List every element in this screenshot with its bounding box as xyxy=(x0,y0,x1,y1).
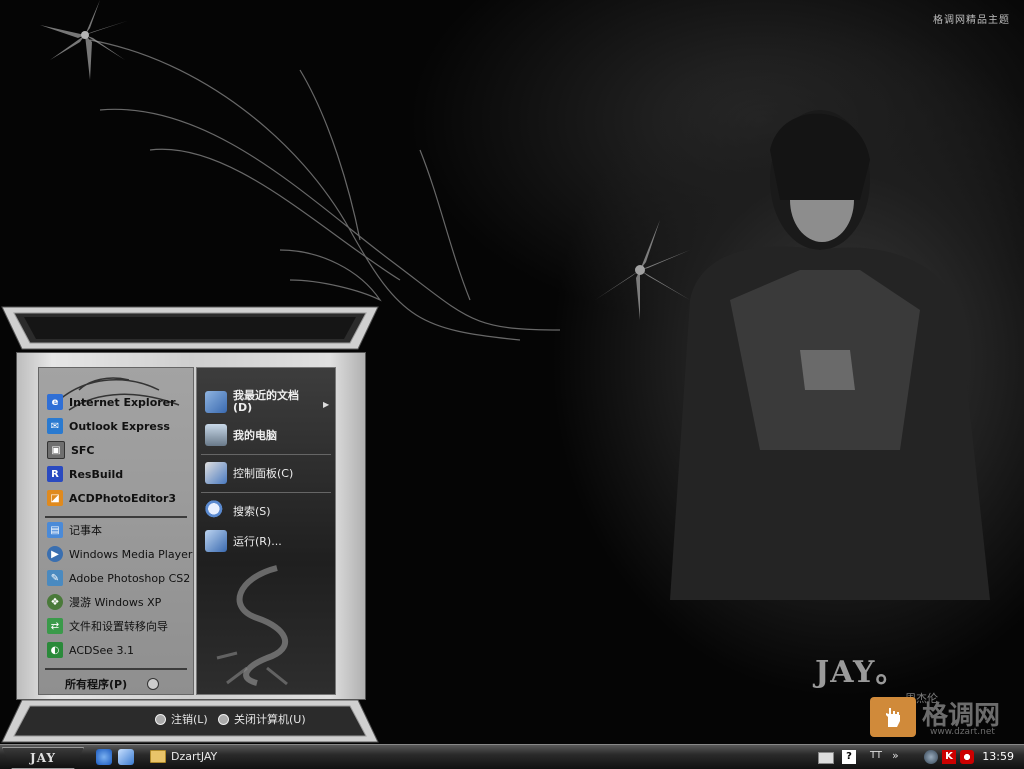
menu-item-search[interactable]: 搜索(S) xyxy=(205,500,271,522)
keyboard-icon[interactable] xyxy=(818,752,834,764)
menu-item-media-player[interactable]: ▶ Windows Media Player xyxy=(47,544,192,564)
notepad-icon: ▤ xyxy=(47,522,63,538)
menu-item-label: 记事本 xyxy=(69,524,102,537)
tray-expand-chevron-icon[interactable]: » xyxy=(892,749,899,762)
menu-item-photoshop[interactable]: ✎ Adobe Photoshop CS2 xyxy=(47,568,190,588)
clock[interactable]: 13:59 xyxy=(982,750,1014,763)
folder-icon xyxy=(150,750,166,763)
menu-item-outlook-express[interactable]: ✉ Outlook Express xyxy=(47,416,170,436)
menu-item-sfc[interactable]: ▣ SFC xyxy=(47,440,95,460)
menu-separator xyxy=(45,668,187,670)
menu-item-label: 漫游 Windows XP xyxy=(69,596,162,609)
my-computer-icon xyxy=(205,424,227,446)
sfc-icon: ▣ xyxy=(47,441,65,459)
menu-item-label: 我的电脑 xyxy=(233,429,277,442)
media-player-icon: ▶ xyxy=(47,546,63,562)
start-menu-programs-pane: e Internet Explorer ✉ Outlook Express ▣ … xyxy=(38,367,194,695)
recent-docs-icon xyxy=(205,391,227,413)
menu-item-label: ACDSee 3.1 xyxy=(69,643,134,657)
outlook-icon: ✉ xyxy=(47,418,63,434)
menu-item-label: SFC xyxy=(71,443,95,457)
acdphotoeditor-icon: ◪ xyxy=(47,490,63,506)
site-hand-icon xyxy=(870,697,916,737)
menu-item-transfer-wizard[interactable]: ⇄ 文件和设置转移向导 xyxy=(47,616,168,636)
start-menu: e Internet Explorer ✉ Outlook Express ▣ … xyxy=(0,305,380,744)
theme-brand-text: 格调网精品主题 xyxy=(933,15,1010,26)
menu-item-label: 文件和设置转移向导 xyxy=(69,620,168,633)
menu-separator xyxy=(201,454,331,455)
menu-separator xyxy=(45,516,187,518)
menu-item-label: 控制面板(C) xyxy=(233,467,294,480)
menu-item-label: ResBuild xyxy=(69,467,124,481)
menu-item-acdphotoeditor[interactable]: ◪ ACDPhotoEditor3 xyxy=(47,488,176,508)
shutdown-label: 关闭计算机(U) xyxy=(234,713,306,726)
menu-item-my-computer[interactable]: 我的电脑 xyxy=(205,424,277,446)
menu-item-acdsee[interactable]: ◐ ACDSee 3.1 xyxy=(47,640,134,660)
menu-item-internet-explorer[interactable]: e Internet Explorer xyxy=(47,392,176,412)
photoshop-icon: ✎ xyxy=(47,570,63,586)
all-programs-arrow-icon[interactable] xyxy=(147,678,159,690)
menu-item-label: 运行(R)... xyxy=(233,535,282,548)
tour-icon: ❖ xyxy=(47,594,63,610)
figure-silhouette xyxy=(670,110,990,600)
jay-logo: JAY。 xyxy=(815,655,907,690)
menu-separator xyxy=(201,492,331,493)
control-panel-icon xyxy=(205,462,227,484)
menu-item-notepad[interactable]: ▤ 记事本 xyxy=(47,520,102,540)
font-tray-text[interactable]: TT xyxy=(870,750,882,761)
system-tray: ? TT » K 13:59 xyxy=(804,745,1024,769)
search-icon xyxy=(205,500,227,522)
quicklaunch-ie-icon[interactable] xyxy=(96,749,112,765)
menu-item-label: ACDPhotoEditor3 xyxy=(69,491,177,505)
taskbar: JAY DzartJAY ? TT » K 13:59 xyxy=(0,744,1024,769)
menu-item-tour-xp[interactable]: ❖ 漫游 Windows XP xyxy=(47,592,161,612)
resbuild-icon: R xyxy=(47,466,63,482)
menu-item-label: Internet Explorer xyxy=(69,395,176,409)
logoff-label: 注销(L) xyxy=(171,713,208,726)
menu-item-resbuild[interactable]: R ResBuild xyxy=(47,464,123,484)
shutdown-icon xyxy=(218,713,229,725)
menu-item-label: Adobe Photoshop CS2 xyxy=(69,571,191,585)
menu-item-shortcut: (D) xyxy=(233,401,253,414)
start-menu-places-pane: 我最近的文档 (D) ▶ 我的电脑 控制面板(C) 搜索(S) 运行(R)... xyxy=(196,367,336,695)
desktop: 格调网精品主题 JAY。 周杰伦 格调网 www.dzart.net e Int… xyxy=(0,0,1024,744)
menu-item-label: Outlook Express xyxy=(69,419,170,433)
menu-item-label: Windows Media Player xyxy=(69,547,193,561)
submenu-arrow-icon: ▶ xyxy=(323,400,330,409)
ie-icon: e xyxy=(47,394,63,410)
menu-item-run[interactable]: 运行(R)... xyxy=(205,530,282,552)
antivirus-k-icon[interactable]: K xyxy=(942,750,956,764)
transfer-wizard-icon: ⇄ xyxy=(47,618,63,634)
security-shield-icon[interactable] xyxy=(960,750,974,764)
quicklaunch-outlook-icon[interactable] xyxy=(118,749,134,765)
menu-item-control-panel[interactable]: 控制面板(C) xyxy=(205,462,293,484)
menu-item-label: 搜索(S) xyxy=(233,505,271,518)
start-button[interactable]: JAY xyxy=(2,747,84,769)
menu-item-recent-documents[interactable]: 我最近的文档 (D) xyxy=(205,390,299,414)
network-icon[interactable] xyxy=(924,750,938,764)
shutdown-button[interactable]: 关闭计算机(U) xyxy=(218,711,306,727)
all-programs-button[interactable]: 所有程序(P) xyxy=(65,676,127,692)
site-url: www.dzart.net xyxy=(930,727,995,737)
taskbar-item-label: DzartJAY xyxy=(171,750,218,763)
help-icon[interactable]: ? xyxy=(842,750,856,764)
start-menu-top-frame xyxy=(1,306,379,350)
acdsee-icon: ◐ xyxy=(47,642,63,658)
logoff-button[interactable]: 注销(L) xyxy=(155,711,208,727)
taskbar-item-dzartjay[interactable]: DzartJAY xyxy=(150,747,260,766)
run-icon xyxy=(205,530,227,552)
dragon-decoration-icon xyxy=(216,565,289,686)
logoff-icon xyxy=(155,713,166,725)
